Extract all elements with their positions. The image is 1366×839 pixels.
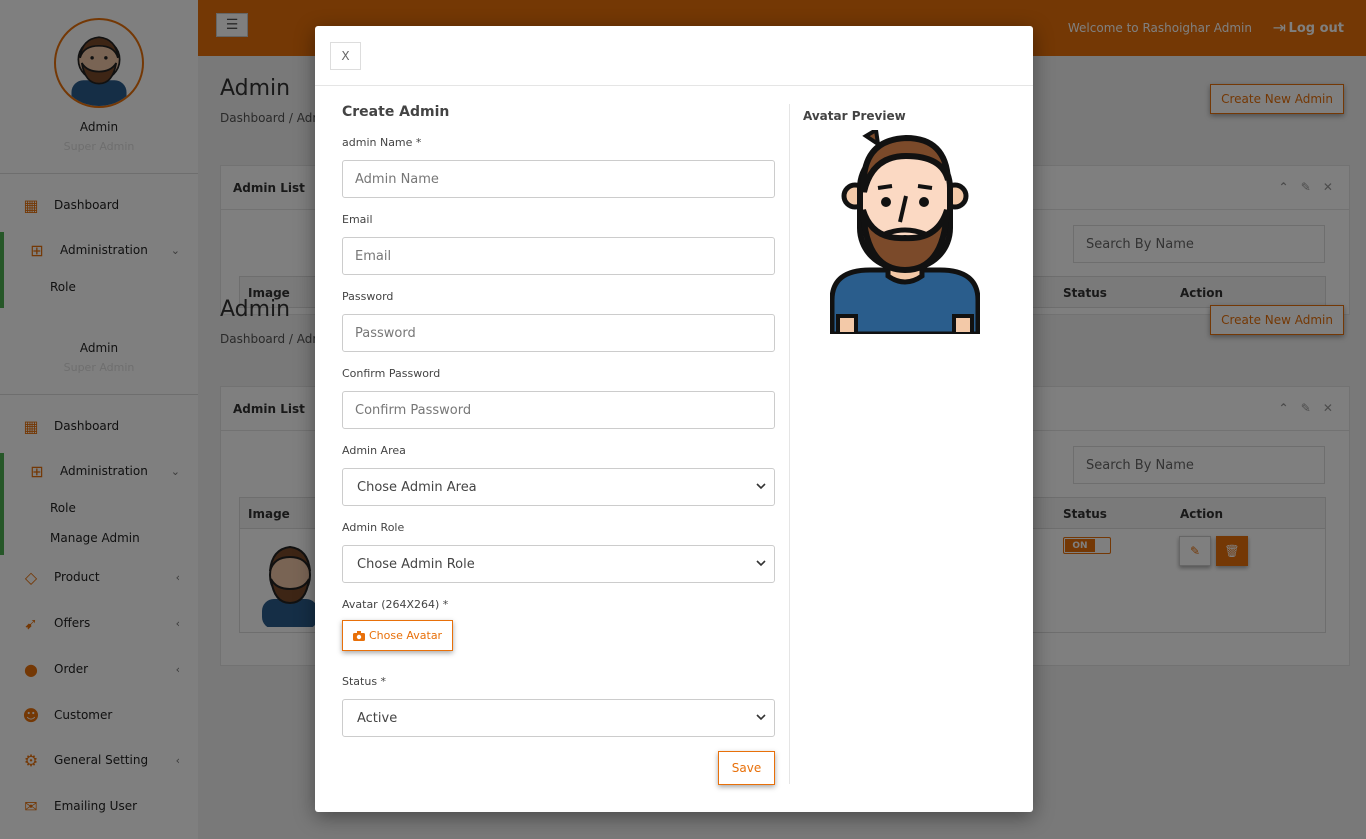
password-field[interactable]	[342, 314, 775, 352]
admin-area-value: Chose Admin Area	[357, 479, 477, 495]
admin-name-input[interactable]	[342, 160, 775, 198]
status-value: Active	[357, 710, 398, 726]
close-button[interactable]: X	[330, 42, 361, 70]
avatar-label: Avatar (264X264) *	[342, 598, 449, 611]
admin-area-label: Admin Area	[342, 444, 406, 457]
admin-role-label: Admin Role	[342, 521, 405, 534]
status-label: Status *	[342, 675, 387, 688]
admin-name-label: admin Name *	[342, 136, 422, 149]
modal-column-divider	[789, 104, 790, 784]
admin-role-select[interactable]: Chose Admin Role	[342, 545, 775, 583]
chevron-down-icon	[756, 560, 766, 567]
email-label: Email	[342, 213, 373, 226]
admin-area-select[interactable]: Chose Admin Area	[342, 468, 775, 506]
camera-icon	[353, 630, 365, 641]
modal-header: X	[315, 26, 1033, 86]
status-select[interactable]: Active	[342, 699, 775, 737]
chevron-down-icon	[756, 483, 766, 490]
chose-avatar-label: Chose Avatar	[369, 629, 443, 642]
chose-avatar-button[interactable]: Chose Avatar	[342, 620, 454, 651]
confirm-password-label: Confirm Password	[342, 367, 441, 380]
admin-role-value: Chose Admin Role	[357, 556, 475, 572]
email-field[interactable]	[342, 237, 775, 275]
form-title: Create Admin	[342, 104, 450, 120]
confirm-password-field[interactable]	[342, 391, 775, 429]
create-admin-form: Create Admin admin Name * Email Password…	[342, 104, 775, 785]
save-button[interactable]: Save	[718, 751, 775, 785]
chevron-down-icon	[756, 714, 766, 721]
bearded-man-avatar-icon	[830, 130, 980, 334]
avatar-preview-title: Avatar Preview	[803, 109, 906, 123]
password-label: Password	[342, 290, 394, 303]
create-admin-modal: X Create Admin admin Name * Email Passwo…	[315, 26, 1033, 812]
avatar-preview-image	[830, 130, 980, 334]
